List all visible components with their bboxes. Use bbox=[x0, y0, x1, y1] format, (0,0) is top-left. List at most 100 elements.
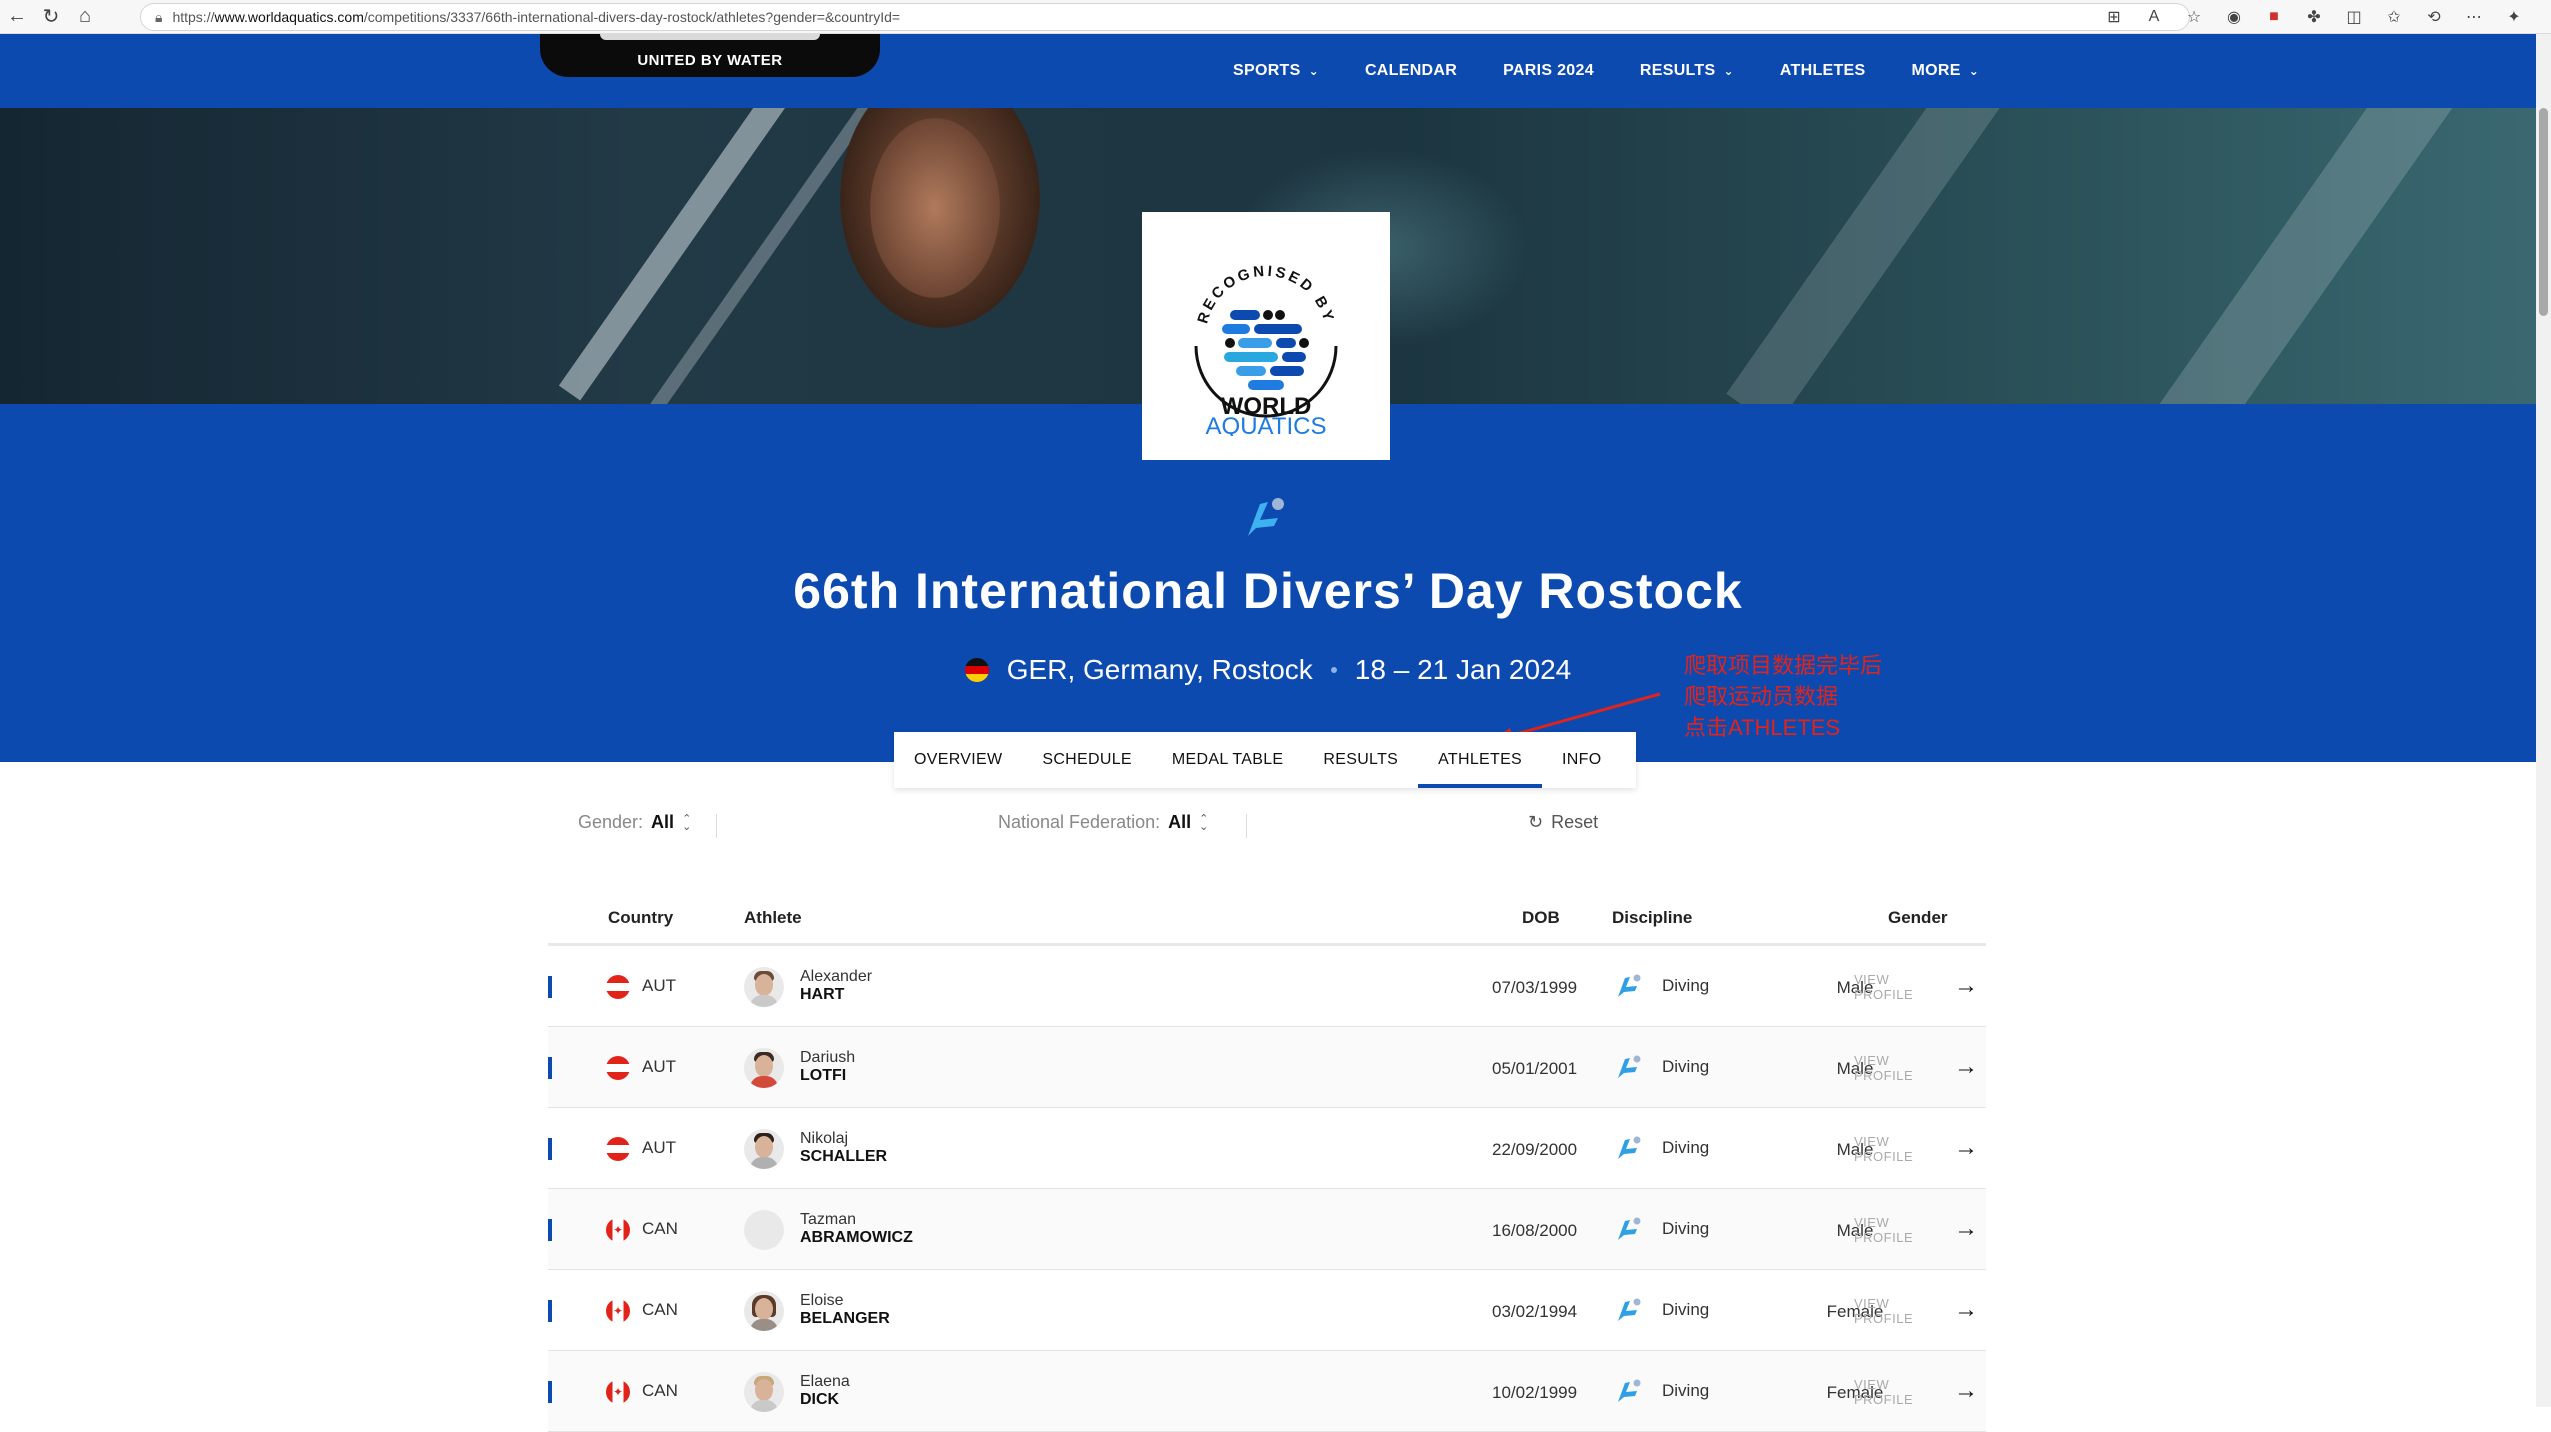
tab-athletes[interactable]: ATHLETES bbox=[1418, 732, 1542, 788]
address-bar[interactable]: 🔒︎ https://www.worldaquatics.com/competi… bbox=[140, 3, 2190, 31]
table-row[interactable]: AUT Dariush LOTFI Male 05/01/2001 Diving… bbox=[548, 1027, 1986, 1108]
row-dob: 03/02/1994 bbox=[1492, 1302, 1578, 1321]
nav-paris-2024[interactable]: PARIS 2024 bbox=[1480, 62, 1617, 80]
gender-filter[interactable]: Gender: All ⌃ ⌄ bbox=[578, 812, 691, 833]
tab-schedule[interactable]: SCHEDULE bbox=[1022, 732, 1152, 788]
row-country: CAN bbox=[642, 1381, 678, 1400]
row-accent bbox=[548, 1057, 552, 1079]
diving-icon bbox=[1618, 1217, 1641, 1240]
col-country: Country bbox=[608, 908, 674, 927]
back-icon[interactable]: ← bbox=[0, 0, 34, 34]
view-profile-link[interactable]: VIEW PROFILE bbox=[1854, 1215, 1913, 1245]
annotation-line: 点击ATHLETES bbox=[1684, 715, 1841, 740]
avatar bbox=[744, 1048, 784, 1088]
row-country: CAN bbox=[642, 1219, 678, 1238]
scrollbar-thumb[interactable] bbox=[2539, 108, 2548, 316]
reset-button[interactable]: ↻ Reset bbox=[1528, 812, 1598, 833]
avatar bbox=[744, 1372, 784, 1412]
row-discipline: Diving bbox=[1662, 1300, 1710, 1319]
tab-overview[interactable]: OVERVIEW bbox=[894, 732, 1022, 788]
austria-flag-icon bbox=[606, 975, 630, 999]
row-dob: 07/03/1999 bbox=[1492, 978, 1578, 997]
extension-red-icon[interactable]: ■ bbox=[2257, 4, 2291, 30]
row-dob: 10/02/1999 bbox=[1492, 1383, 1578, 1402]
favorite-star-icon[interactable]: ☆ bbox=[2177, 4, 2211, 30]
table-row[interactable]: CAN Tazman ABRAMOWICZ Male 16/08/2000 Di… bbox=[548, 1189, 1986, 1270]
filter-divider bbox=[716, 814, 717, 838]
puzzle-icon[interactable]: ✤ bbox=[2297, 4, 2331, 30]
extension-icon[interactable]: ◉ bbox=[2217, 4, 2251, 30]
table-row[interactable]: CAN Eloise BELANGER Female 03/02/1994 Di… bbox=[548, 1270, 1986, 1351]
split-screen-icon[interactable]: ◫ bbox=[2337, 4, 2371, 30]
row-country: AUT bbox=[642, 1138, 676, 1157]
col-athlete: Athlete bbox=[744, 908, 802, 927]
tab-info[interactable]: INFO bbox=[1542, 732, 1621, 788]
arrow-right-icon[interactable]: → bbox=[1954, 1377, 1978, 1405]
federation-filter-value: All bbox=[1168, 812, 1192, 832]
annotation-line: 爬取项目数据完毕后 bbox=[1684, 653, 1883, 678]
athlete-last-name: HART bbox=[800, 986, 845, 1003]
browser-toolbar: ← ↻ ⌂ 🔒︎ https://www.worldaquatics.com/c… bbox=[0, 0, 2551, 34]
arrow-right-icon[interactable]: → bbox=[1954, 1134, 1978, 1162]
table-row[interactable]: AUT Alexander HART Male 07/03/1999 Divin… bbox=[548, 946, 1986, 1027]
more-icon[interactable]: ⋯ bbox=[2457, 4, 2491, 30]
history-icon[interactable]: ⟲ bbox=[2417, 4, 2451, 30]
athlete-first-name: Elaena bbox=[800, 1373, 850, 1390]
reset-icon: ↻ bbox=[1528, 812, 1544, 832]
athletes-table: AUT Alexander HART Male 07/03/1999 Divin… bbox=[548, 946, 1986, 1432]
sort-updown-icon: ⌃ ⌄ bbox=[682, 812, 692, 833]
row-accent bbox=[548, 1138, 552, 1160]
arrow-right-icon[interactable]: → bbox=[1954, 1215, 1978, 1243]
view-profile-link[interactable]: VIEW PROFILE bbox=[1854, 1134, 1913, 1164]
nav-sports[interactable]: SPORTS ⌄ bbox=[1210, 62, 1342, 80]
read-aloud-icon[interactable]: A bbox=[2137, 4, 2171, 30]
nav-more[interactable]: MORE ⌄ bbox=[1889, 62, 2003, 80]
athlete-first-name: Alexander bbox=[800, 968, 873, 985]
avatar bbox=[744, 1291, 784, 1331]
row-dob: 16/08/2000 bbox=[1492, 1221, 1578, 1240]
competition-tabs: OVERVIEW SCHEDULE MEDAL TABLE RESULTS AT… bbox=[894, 732, 1636, 788]
germany-flag-icon bbox=[964, 658, 989, 682]
avatar-placeholder bbox=[744, 1210, 784, 1250]
view-profile-link[interactable]: VIEW PROFILE bbox=[1854, 1377, 1913, 1407]
athlete-last-name: DICK bbox=[800, 1391, 840, 1408]
logo-tagline[interactable]: UNITED BY WATER bbox=[540, 34, 880, 77]
row-accent bbox=[548, 1300, 552, 1322]
arrow-right-icon[interactable]: → bbox=[1954, 1053, 1978, 1081]
view-profile-link[interactable]: VIEW PROFILE bbox=[1854, 972, 1913, 1002]
nav-results[interactable]: RESULTS ⌄ bbox=[1617, 62, 1757, 80]
competition-title: 66th International Divers’ Day Rostock bbox=[793, 563, 1743, 619]
row-discipline: Diving bbox=[1662, 1138, 1710, 1157]
copilot-icon[interactable]: ✦ bbox=[2497, 4, 2531, 30]
athlete-first-name: Tazman bbox=[800, 1211, 857, 1228]
view-profile-link[interactable]: VIEW PROFILE bbox=[1854, 1296, 1913, 1326]
tab-medal-table[interactable]: MEDAL TABLE bbox=[1152, 732, 1304, 788]
row-dob: 22/09/2000 bbox=[1492, 1140, 1578, 1159]
home-icon[interactable]: ⌂ bbox=[68, 0, 102, 34]
row-discipline: Diving bbox=[1662, 976, 1710, 995]
avatar bbox=[744, 1129, 784, 1169]
row-dob: 05/01/2001 bbox=[1492, 1059, 1578, 1078]
arrow-right-icon[interactable]: → bbox=[1954, 972, 1978, 1000]
federation-filter[interactable]: National Federation: All ⌃ ⌄ bbox=[998, 812, 1208, 833]
table-row[interactable]: AUT Nikolaj SCHALLER Male 22/09/2000 Div… bbox=[548, 1108, 1986, 1189]
arrow-right-icon[interactable]: → bbox=[1954, 1296, 1978, 1324]
gender-filter-label: Gender: bbox=[578, 812, 644, 832]
view-profile-link[interactable]: VIEW PROFILE bbox=[1854, 1053, 1913, 1083]
gender-filter-value: All bbox=[651, 812, 675, 832]
table-row[interactable]: CAN Elaena DICK Female 10/02/1999 Diving… bbox=[548, 1351, 1986, 1432]
reset-label: Reset bbox=[1551, 812, 1599, 832]
austria-flag-icon bbox=[606, 1137, 630, 1161]
nav-athletes[interactable]: ATHLETES bbox=[1757, 62, 1889, 80]
nav-calendar[interactable]: CALENDAR bbox=[1342, 62, 1480, 80]
diving-icon bbox=[1618, 1298, 1641, 1321]
row-country: CAN bbox=[642, 1300, 678, 1319]
tab-results[interactable]: RESULTS bbox=[1303, 732, 1418, 788]
chevron-down-icon: ⌄ bbox=[1723, 64, 1734, 78]
apps-icon[interactable]: ⊞ bbox=[2097, 4, 2131, 30]
favorites-icon[interactable]: ✩ bbox=[2377, 4, 2411, 30]
avatar bbox=[744, 967, 784, 1007]
row-country: AUT bbox=[642, 976, 676, 995]
refresh-icon[interactable]: ↻ bbox=[34, 0, 68, 34]
col-dob: DOB bbox=[1522, 908, 1560, 927]
